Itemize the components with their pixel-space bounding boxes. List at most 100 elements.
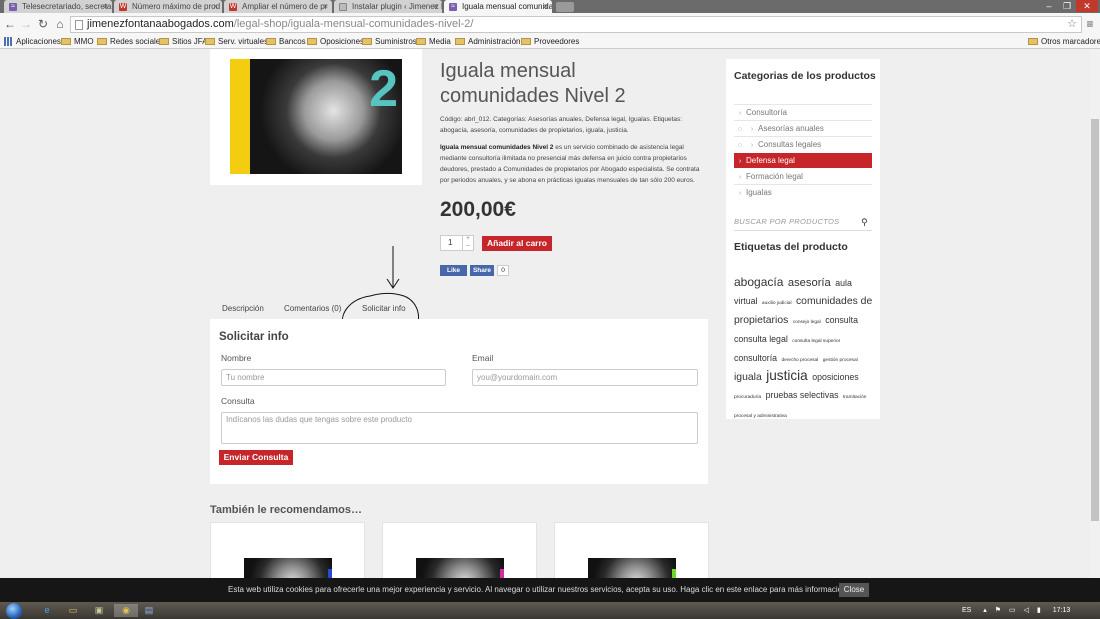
folder-icon bbox=[61, 38, 71, 45]
network-icon[interactable]: ▭ bbox=[1009, 607, 1016, 614]
ie-icon[interactable]: e bbox=[40, 604, 54, 617]
forward-arrow-icon[interactable]: → bbox=[18, 16, 34, 32]
bird-icon: ≈ bbox=[9, 3, 17, 11]
browser-tab[interactable]: W Número máximo de prod × bbox=[114, 0, 222, 13]
scrollbar-thumb[interactable] bbox=[1091, 119, 1099, 521]
tag-link[interactable]: auxilio judicial bbox=[762, 301, 792, 306]
close-tab-icon[interactable]: × bbox=[103, 0, 108, 13]
tag-link[interactable]: pruebas selectivas bbox=[766, 390, 839, 400]
back-arrow-icon[interactable]: ← bbox=[2, 16, 18, 32]
cookie-message[interactable]: Esta web utiliza cookies para ofrecerle … bbox=[228, 578, 847, 602]
category-defensa-legal[interactable]: › Defensa legal bbox=[734, 153, 872, 168]
product-description-line: deudores, prestado a Comunidades de prop… bbox=[440, 166, 700, 173]
tag-link[interactable]: asesoría bbox=[788, 277, 831, 289]
category-formacion-legal[interactable]: › Formación legal bbox=[734, 169, 872, 184]
new-tab-button[interactable] bbox=[556, 2, 574, 12]
facebook-share-button[interactable]: Share bbox=[470, 265, 494, 276]
bookmark-label: Bancos bbox=[279, 37, 306, 46]
bookmark-folder[interactable]: Administración bbox=[455, 35, 520, 48]
chrome-icon[interactable]: ◉ bbox=[114, 604, 138, 617]
other-bookmarks[interactable]: Otros marcadores bbox=[1028, 35, 1100, 48]
related-product-card[interactable] bbox=[210, 522, 365, 578]
bookmark-apps[interactable]: Aplicaciones bbox=[4, 35, 61, 48]
bird-icon: ≈ bbox=[449, 3, 457, 11]
send-query-button[interactable]: Enviar Consulta bbox=[219, 450, 293, 465]
product-image[interactable]: 2 bbox=[250, 59, 402, 174]
bookmark-folder[interactable]: Bancos bbox=[266, 35, 306, 48]
reload-icon[interactable]: ↻ bbox=[35, 16, 51, 32]
bookmark-folder[interactable]: Proveedores bbox=[521, 35, 579, 48]
tag-link[interactable]: consejo legal bbox=[793, 320, 821, 325]
tag-link[interactable]: abogacía bbox=[734, 275, 783, 289]
name-input[interactable]: Tu nombre bbox=[221, 369, 446, 386]
bookmark-folder[interactable]: Media bbox=[416, 35, 451, 48]
tag-link[interactable]: oposiciones bbox=[812, 372, 858, 382]
quantity-stepper[interactable]: 1 + – bbox=[440, 235, 474, 251]
bookmark-label: Oposiciones bbox=[320, 37, 365, 46]
add-to-cart-button[interactable]: Añadir al carro bbox=[482, 236, 552, 251]
tag-link[interactable]: gestión procesal bbox=[823, 358, 858, 363]
name-label: Nombre bbox=[221, 353, 252, 363]
battery-icon[interactable]: ▮ bbox=[1037, 607, 1041, 614]
category-consultoria[interactable]: › Consultoría bbox=[734, 105, 872, 120]
close-tab-icon[interactable]: × bbox=[323, 0, 328, 13]
product-search-input[interactable]: BUSCAR POR PRODUCTOS ⚲ bbox=[734, 213, 872, 231]
home-icon[interactable]: ⌂ bbox=[52, 16, 68, 32]
close-tab-icon[interactable]: × bbox=[543, 0, 548, 13]
stepper-arrows-icon[interactable]: + – bbox=[462, 236, 473, 250]
category-asesorias-anuales[interactable]: ○ › Asesorías anuales bbox=[734, 121, 872, 136]
minimize-button[interactable]: – bbox=[1040, 0, 1058, 12]
browser-tab[interactable]: ≈ Telesecretariado, secretar × bbox=[4, 0, 112, 13]
bookmark-folder[interactable]: Redes sociales bbox=[97, 35, 164, 48]
email-input[interactable]: you@yourdomain.com bbox=[472, 369, 698, 386]
tag-link[interactable]: procuraduría bbox=[734, 395, 761, 400]
folder-icon bbox=[521, 38, 531, 45]
page-scrollbar[interactable] bbox=[1090, 49, 1100, 578]
close-tab-icon[interactable]: × bbox=[213, 0, 218, 13]
close-window-button[interactable]: ✕ bbox=[1076, 0, 1098, 12]
flag-icon[interactable]: ⚑ bbox=[995, 607, 1001, 614]
browser-tab-active[interactable]: ≈ Iguala mensual comunida × bbox=[444, 0, 552, 13]
bookmark-folder[interactable]: Serv. virtuales bbox=[205, 35, 268, 48]
related-product-card[interactable] bbox=[554, 522, 709, 578]
query-textarea[interactable]: Indícanos las dudas que tengas sobre est… bbox=[221, 412, 698, 444]
browser-tab[interactable]: Instalar plugin ‹ Jimenez F × bbox=[334, 0, 442, 13]
categories-title: Categorias de los productos bbox=[734, 70, 876, 82]
category-consultas-legales[interactable]: ○ › Consultas legales bbox=[734, 137, 872, 152]
tag-link[interactable]: iguala bbox=[734, 372, 762, 383]
bookmark-folder[interactable]: Suministros bbox=[362, 35, 417, 48]
tag-link[interactable]: consultoría bbox=[734, 353, 777, 363]
address-bar[interactable]: jimenezfontanaabogados.com/legal-shop/ig… bbox=[70, 16, 1082, 33]
restore-button[interactable]: ❐ bbox=[1058, 0, 1076, 12]
cookie-close-button[interactable]: Close bbox=[839, 583, 869, 597]
tag-link[interactable]: consulta bbox=[825, 315, 858, 325]
bookmark-folder[interactable]: Sitios JFA bbox=[159, 35, 208, 48]
facebook-like-button[interactable]: Like bbox=[440, 265, 467, 276]
arrow-up-icon[interactable]: ▴ bbox=[983, 607, 987, 614]
explorer-icon[interactable]: ▭ bbox=[66, 604, 80, 617]
star-icon[interactable]: ☆ bbox=[1067, 17, 1077, 32]
tag-link[interactable]: consulta legal bbox=[734, 334, 788, 344]
bookmark-folder[interactable]: MMO bbox=[61, 35, 94, 48]
app-icon[interactable]: ▣ bbox=[92, 604, 106, 617]
category-igualas[interactable]: › Igualas bbox=[734, 185, 872, 200]
window-icon[interactable]: ▤ bbox=[142, 604, 156, 617]
language-indicator[interactable]: ES bbox=[962, 607, 971, 614]
tag-link[interactable]: justicia bbox=[766, 368, 808, 383]
related-product-card[interactable] bbox=[382, 522, 537, 578]
close-tab-icon[interactable]: × bbox=[433, 0, 438, 13]
browser-tab[interactable]: W Ampliar el número de pr × bbox=[224, 0, 332, 13]
folder-icon bbox=[307, 38, 317, 45]
share-count: 0 bbox=[497, 265, 509, 276]
tag-link[interactable]: consulta legal superior bbox=[792, 339, 840, 344]
product-image-stripe bbox=[230, 59, 250, 174]
search-icon[interactable]: ⚲ bbox=[861, 213, 868, 231]
clock[interactable]: 17:13 bbox=[1053, 607, 1071, 614]
menu-icon[interactable]: ≡ bbox=[1082, 16, 1098, 32]
bookmark-folder[interactable]: Oposiciones bbox=[307, 35, 364, 48]
windows-start-icon[interactable] bbox=[6, 603, 22, 619]
tag-link[interactable]: derecho procesal bbox=[781, 358, 818, 363]
cookie-banner: Esta web utiliza cookies para ofrecerle … bbox=[0, 578, 1100, 602]
tab-description[interactable]: Descripción bbox=[222, 304, 264, 313]
volume-icon[interactable]: ◁ bbox=[1024, 607, 1029, 614]
